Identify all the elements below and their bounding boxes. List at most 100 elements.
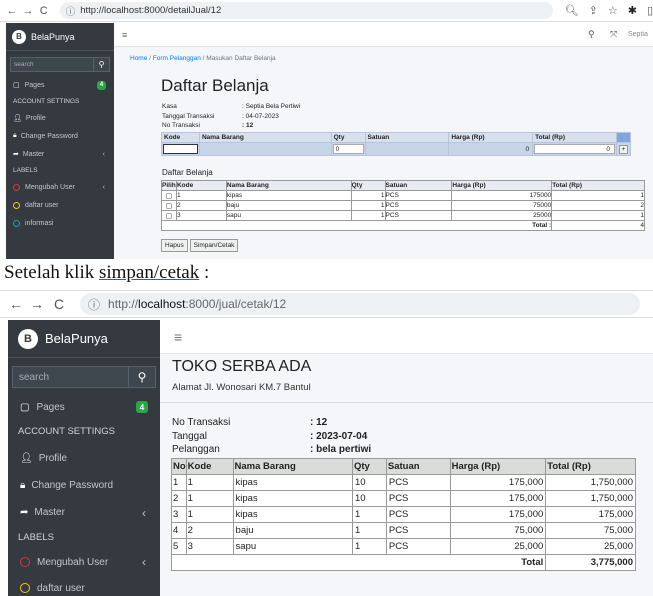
page-title: Daftar Belanja — [161, 76, 269, 95]
store-address: Alamat Jl. Wonosari KM.7 Bantul — [172, 382, 311, 393]
top-search-placeholder: search — [14, 61, 34, 68]
forward-icon[interactable]: → — [20, 5, 36, 17]
list-title: Daftar Belanja — [162, 168, 213, 177]
bottom-brand[interactable]: B BelaPunya — [8, 320, 160, 358]
sidebar-item-label: informasi — [25, 219, 54, 227]
col-header: Kode — [185, 458, 234, 475]
total-input[interactable]: 0 — [532, 142, 617, 156]
sidebar-item-master[interactable]: ➦ Master ‹ — [8, 499, 160, 526]
pages-icon: ▢ — [13, 82, 20, 89]
share-icon[interactable]: ⇪ — [589, 4, 598, 17]
select-checkbox[interactable]: ▢ — [161, 210, 177, 221]
sidebar-item-pages[interactable]: ▢ Pages 4 — [6, 76, 114, 94]
harga-input[interactable]: 0 — [448, 142, 534, 156]
info-value: : 2023-07-04 — [310, 430, 368, 442]
fullscreen-icon[interactable]: ⤧ — [610, 29, 617, 40]
star-icon[interactable]: ☆ — [608, 4, 618, 17]
total-cell: 1,750,000 — [545, 490, 636, 507]
sidebar-item-pages[interactable]: ▢ Pages 4 — [8, 394, 160, 420]
kode-cell: 3 — [175, 210, 227, 221]
breadcrumb-form[interactable]: Form Pelanggan — [153, 55, 201, 62]
info-label: Kasa — [162, 103, 177, 110]
url-host: localhost — [138, 297, 186, 311]
bottom-search: search ⚲ — [12, 366, 156, 388]
back-icon[interactable]: ← — [4, 5, 20, 17]
hamburger-icon[interactable]: ≡ — [122, 30, 127, 40]
store-divider — [160, 402, 653, 403]
bottom-url-bar[interactable]: ⓘ http://localhost:8000/jual/cetak/12 — [80, 293, 640, 315]
top-search-input[interactable]: search — [10, 57, 93, 72]
sidebar-item-label: daftar user — [25, 201, 59, 209]
breadcrumb-separator: / — [202, 55, 205, 62]
select-checkbox[interactable]: ▢ — [161, 190, 177, 201]
kode-cell: 3 — [185, 538, 234, 555]
zoom-icon[interactable]: 🔍︎ — [565, 4, 579, 17]
sidebar-item-change-password[interactable]: 🔒︎ Change Password — [8, 472, 160, 499]
top-search-button[interactable]: ⚲ — [93, 57, 110, 72]
search-icon: ⚲ — [98, 60, 105, 69]
back-icon[interactable]: ← — [6, 296, 26, 312]
info-value: : 12 — [242, 122, 254, 129]
top-user-name[interactable]: Septia — [628, 31, 648, 38]
sidebar-item-profile[interactable]: 👤︎ Profile — [6, 109, 114, 127]
satuan-input[interactable] — [364, 142, 450, 156]
info-icon[interactable]: ⓘ — [66, 4, 76, 18]
red-circle-icon — [20, 557, 30, 567]
hamburger-icon[interactable]: ≡ — [174, 329, 182, 345]
sidebar-item-mengubah-user[interactable]: Mengubah User ‹ — [8, 549, 160, 575]
top-url-bar[interactable]: ⓘ http://localhost:8000/detailJual/12 — [59, 2, 553, 19]
col-header: Harga (Rp) — [448, 132, 534, 143]
col-header: Kode — [175, 180, 227, 191]
sidebar-item-label: Profile — [38, 453, 68, 464]
hapus-button[interactable]: Hapus — [161, 239, 188, 252]
add-item-button[interactable]: + — [615, 142, 632, 156]
top-navbar: ≡ ⚲ ⤧ Septia — [114, 23, 653, 47]
sidebar-item-profile[interactable]: 👤︎ Profile — [8, 445, 160, 472]
total-value: 0 — [534, 144, 615, 154]
col-header: Satuan — [384, 180, 453, 191]
info-icon[interactable]: ⓘ — [88, 296, 100, 313]
cyan-circle-icon — [13, 219, 20, 227]
bottom-search-button[interactable]: ⚲ — [128, 366, 156, 388]
total-cell: 1 — [551, 210, 645, 221]
kode-cell: 1 — [185, 474, 234, 491]
caption-link: simpan/cetak — [98, 262, 200, 283]
select-checkbox[interactable]: ▢ — [161, 200, 177, 211]
sidebar-item-label: Change Password — [20, 132, 78, 140]
sidebar-item-informasi[interactable]: informasi — [6, 214, 114, 232]
col-header: Satuan — [385, 458, 451, 475]
sidebar-toggle-icon[interactable]: ▯ — [647, 4, 653, 17]
nama-cell: sapu — [225, 210, 352, 221]
col-header: Total (Rp) — [532, 132, 617, 143]
store-name: TOKO SERBA ADA — [172, 358, 312, 375]
col-header: Nama Barang — [232, 458, 353, 475]
extensions-icon[interactable]: ✱ — [628, 4, 637, 17]
table-row: ▢ 2 baju 1 PCS 75000 2 — [161, 200, 645, 211]
kode-input[interactable] — [161, 142, 200, 156]
input-table: Kode Nama Barang Qty Satuan Harga (Rp) T… — [161, 132, 632, 156]
simpan-cetak-button[interactable]: Simpan/Cetak — [189, 239, 239, 252]
top-brand[interactable]: B BelaPunya — [6, 23, 114, 51]
nama-barang-input[interactable] — [198, 142, 332, 156]
harga-cell: 75000 — [451, 200, 553, 211]
no-cell: 3 — [171, 506, 187, 523]
forward-icon[interactable]: → — [26, 296, 48, 312]
reload-icon[interactable]: C — [36, 5, 52, 17]
bottom-search-input[interactable]: search — [12, 366, 128, 388]
total-row: Total : 4 — [160, 220, 645, 231]
search-icon[interactable]: ⚲ — [588, 29, 595, 40]
sidebar-item-mengubah-user[interactable]: Mengubah User ‹ — [6, 178, 114, 196]
kode-cell: 1 — [175, 190, 227, 201]
breadcrumb-home[interactable]: Home — [130, 55, 147, 62]
sidebar-item-daftar-user[interactable]: daftar user — [6, 196, 114, 214]
sidebar-item-change-password[interactable]: 🔒︎ Change Password — [6, 127, 114, 145]
col-header: Nama Barang — [198, 132, 332, 143]
qty-cell: 10 — [351, 490, 387, 507]
sidebar-item-master[interactable]: ➦ Master ‹ — [6, 145, 114, 163]
qty-input[interactable]: 0 — [330, 142, 366, 156]
col-header: Nama Barang — [225, 180, 352, 191]
sidebar-item-daftar-user[interactable]: daftar user — [8, 575, 160, 596]
harga-cell: 175,000 — [449, 490, 547, 507]
col-header: Total (Rp) — [545, 458, 636, 475]
reload-icon[interactable]: C — [48, 296, 70, 312]
